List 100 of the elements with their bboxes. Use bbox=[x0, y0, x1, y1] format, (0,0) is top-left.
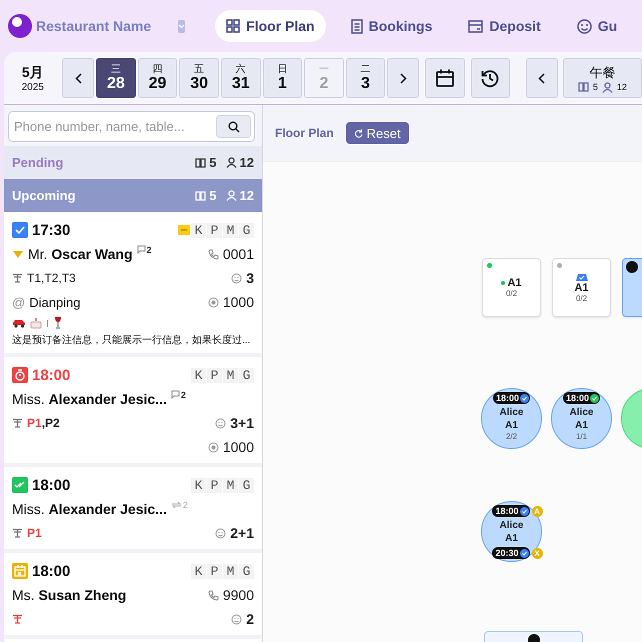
calendar-button[interactable] bbox=[424, 58, 465, 98]
round-table[interactable]: 18:00 A Alice A1 20:30 X bbox=[481, 501, 542, 562]
table-label: A1 bbox=[575, 419, 588, 432]
guests-icon bbox=[215, 528, 226, 538]
day-button[interactable]: 六 31 bbox=[220, 58, 261, 98]
comment-icon bbox=[136, 245, 146, 254]
guest-name: Alice bbox=[500, 519, 524, 532]
booking-time: 17:30 bbox=[32, 222, 70, 238]
round-table[interactable]: 18:00 Alice A1 1/1 bbox=[551, 388, 612, 449]
person-icon bbox=[226, 190, 237, 201]
table-list: P1 bbox=[27, 526, 42, 540]
deposit-amount: 1000 bbox=[222, 439, 254, 455]
time-pill: 20:30 bbox=[492, 547, 530, 559]
status-letter: G bbox=[239, 368, 254, 382]
history-icon bbox=[480, 68, 500, 88]
table-label: A1 bbox=[505, 419, 518, 432]
status-letter: G bbox=[239, 564, 254, 578]
table-label: A1 bbox=[501, 277, 522, 289]
face-icon bbox=[576, 18, 592, 34]
guest-count: 2 bbox=[246, 611, 254, 627]
guests-icon bbox=[215, 418, 226, 428]
coin-icon bbox=[208, 296, 219, 308]
month-label: 5月 bbox=[20, 64, 45, 82]
nav-tab[interactable]: Floor Plan bbox=[215, 10, 326, 42]
coin-icon bbox=[208, 442, 219, 452]
square-table[interactable]: A1 0/2 bbox=[482, 258, 541, 317]
day-button[interactable]: 三 28 bbox=[96, 58, 136, 98]
booking-source: Dianping bbox=[29, 294, 81, 310]
deposit-amount: 1000 bbox=[222, 294, 254, 310]
group-tab[interactable]: Pending 5 12 bbox=[4, 146, 262, 179]
nav-tab[interactable]: Deposit bbox=[457, 10, 552, 42]
booking-time: 18:00 bbox=[32, 366, 70, 384]
table-label: A1 bbox=[574, 282, 589, 294]
seat-count: 2/2 bbox=[506, 432, 518, 441]
booking-time: 18:00 bbox=[32, 562, 70, 580]
car-icon bbox=[12, 317, 26, 328]
search-icon bbox=[228, 120, 240, 132]
status-letter: G bbox=[239, 222, 254, 238]
history-button[interactable] bbox=[470, 58, 510, 98]
transfer-icon bbox=[170, 500, 182, 510]
flag-badge: A bbox=[532, 506, 543, 516]
year-label: 2025 bbox=[20, 82, 45, 92]
book-icon bbox=[195, 158, 206, 168]
pos-badge-icon bbox=[178, 225, 190, 235]
diamond-icon bbox=[12, 250, 24, 258]
logo bbox=[8, 14, 32, 38]
book-icon bbox=[195, 190, 206, 200]
nav-tab[interactable]: Gu bbox=[566, 10, 628, 42]
status-letter: P bbox=[207, 478, 222, 492]
nav-tab[interactable]: Bookings bbox=[340, 10, 444, 42]
status-letter: P bbox=[207, 222, 222, 238]
search-field[interactable]: Phone number, name, table... bbox=[8, 111, 255, 142]
seat-count: 1/1 bbox=[576, 432, 588, 441]
status-letter: K bbox=[191, 368, 206, 382]
chevron-left-icon bbox=[74, 72, 82, 84]
guest-name: Mr. Oscar Wang bbox=[28, 246, 133, 262]
day-button[interactable]: 五 30 bbox=[179, 58, 219, 98]
booking-time: 18:00 bbox=[32, 476, 70, 494]
status-letter: M bbox=[223, 368, 238, 382]
guests-icon bbox=[231, 272, 242, 284]
person-icon bbox=[226, 157, 237, 168]
guest-name: Ms. Susan Zheng bbox=[12, 587, 126, 603]
table-list: P1,P2 bbox=[27, 416, 60, 430]
guest-count: 3+1 bbox=[230, 415, 254, 431]
status-letter: M bbox=[223, 478, 238, 492]
divider-mark bbox=[46, 318, 49, 328]
meal-button[interactable]: 午餐 5 12 bbox=[562, 58, 642, 98]
document-icon bbox=[350, 18, 363, 34]
guest-name: Alice bbox=[500, 406, 524, 419]
guest-name: Alice bbox=[570, 406, 594, 419]
guest-count: 2+1 bbox=[230, 525, 254, 541]
status-letter: K bbox=[191, 222, 206, 238]
flag-badge: X bbox=[532, 548, 543, 558]
day-button[interactable]: 日 1 bbox=[262, 58, 302, 98]
time-pill: 18:00 bbox=[562, 392, 600, 404]
chevron-left-icon bbox=[538, 72, 546, 84]
status-letter: P bbox=[207, 368, 222, 382]
status-letter: K bbox=[191, 478, 206, 492]
time-pill: 18:00 bbox=[492, 392, 530, 404]
day-button[interactable]: 四 29 bbox=[138, 58, 178, 98]
status-letter: M bbox=[223, 564, 238, 578]
cake-icon bbox=[30, 316, 42, 328]
guest-count: 3 bbox=[246, 270, 254, 286]
check-icon bbox=[520, 548, 529, 558]
seat-count: 0/2 bbox=[576, 294, 588, 302]
comment-icon bbox=[170, 390, 180, 399]
grid-icon bbox=[226, 19, 240, 33]
status-letter: M bbox=[223, 222, 238, 238]
reset-button[interactable]: Reset bbox=[346, 122, 409, 144]
day-button[interactable]: 二 3 bbox=[346, 58, 386, 98]
phone-icon bbox=[208, 248, 219, 260]
floor-plan-title: Floor Plan bbox=[275, 126, 334, 140]
search-button[interactable] bbox=[216, 115, 251, 138]
seat-count: 0/2 bbox=[506, 289, 518, 298]
round-table[interactable]: 18:00 Alice A1 2/2 bbox=[481, 388, 542, 449]
card-icon bbox=[468, 20, 484, 32]
message-count: 2 bbox=[180, 390, 186, 400]
at-sign: @ bbox=[12, 294, 26, 310]
booking-note: 这是预订备注信息，只能展示一行信息，如果长度过... bbox=[12, 334, 252, 347]
square-table[interactable]: A1 0/2 bbox=[552, 258, 611, 317]
